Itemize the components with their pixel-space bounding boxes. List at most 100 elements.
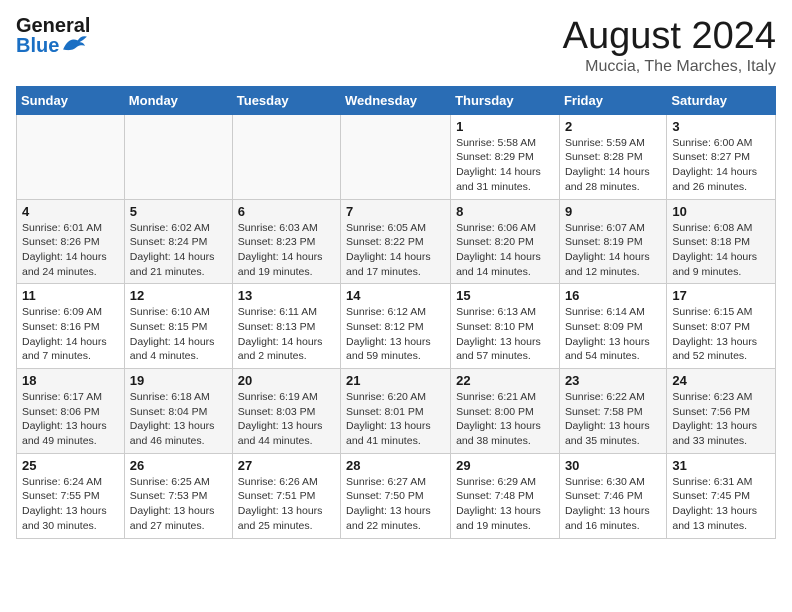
day-number: 24 xyxy=(672,373,770,388)
day-number: 31 xyxy=(672,458,770,473)
calendar-cell xyxy=(232,114,340,199)
col-header-saturday: Saturday xyxy=(667,86,776,114)
calendar-cell: 18 Sunrise: 6:17 AM Sunset: 8:06 PM Dayli… xyxy=(17,369,125,454)
calendar-cell: 26 Sunrise: 6:25 AM Sunset: 7:53 PM Dayli… xyxy=(124,453,232,538)
day-number: 13 xyxy=(238,288,335,303)
logo-blue: Blue xyxy=(16,36,59,56)
week-row-3: 18 Sunrise: 6:17 AM Sunset: 8:06 PM Dayli… xyxy=(17,369,776,454)
calendar-cell: 19Sunrise: 6:18 AM Sunset: 8:04 PM Dayli… xyxy=(124,369,232,454)
day-number: 4 xyxy=(22,204,119,219)
day-number: 22 xyxy=(456,373,554,388)
day-detail: Sunrise: 6:31 AM Sunset: 7:45 PM Dayligh… xyxy=(672,475,770,534)
calendar-cell: 14 Sunrise: 6:12 AM Sunset: 8:12 PM Dayli… xyxy=(341,284,451,369)
calendar-cell: 21 Sunrise: 6:20 AM Sunset: 8:01 PM Dayli… xyxy=(341,369,451,454)
day-number: 18 xyxy=(22,373,119,388)
day-detail: Sunrise: 6:22 AM Sunset: 7:58 PM Dayligh… xyxy=(565,390,661,449)
day-detail: Sunrise: 6:17 AM Sunset: 8:06 PM Dayligh… xyxy=(22,390,119,449)
logo: General Blue xyxy=(16,16,90,56)
day-number: 14 xyxy=(346,288,445,303)
day-number: 16 xyxy=(565,288,661,303)
day-number: 29 xyxy=(456,458,554,473)
calendar-cell: 2Sunrise: 5:59 AM Sunset: 8:28 PM Daylig… xyxy=(559,114,666,199)
day-number: 23 xyxy=(565,373,661,388)
calendar-cell xyxy=(17,114,125,199)
day-detail: Sunrise: 6:13 AM Sunset: 8:10 PM Dayligh… xyxy=(456,305,554,364)
day-number: 3 xyxy=(672,119,770,134)
week-row-0: 1 Sunrise: 5:58 AM Sunset: 8:29 PM Daylig… xyxy=(17,114,776,199)
day-number: 21 xyxy=(346,373,445,388)
calendar-cell: 1 Sunrise: 5:58 AM Sunset: 8:29 PM Daylig… xyxy=(451,114,560,199)
calendar-cell: 27 Sunrise: 6:26 AM Sunset: 7:51 PM Dayli… xyxy=(232,453,340,538)
day-detail: Sunrise: 6:12 AM Sunset: 8:12 PM Dayligh… xyxy=(346,305,445,364)
day-detail: Sunrise: 6:19 AM Sunset: 8:03 PM Dayligh… xyxy=(238,390,335,449)
day-number: 26 xyxy=(130,458,227,473)
day-detail: Sunrise: 6:05 AM Sunset: 8:22 PM Dayligh… xyxy=(346,221,445,280)
day-number: 6 xyxy=(238,204,335,219)
calendar-table: SundayMondayTuesdayWednesdayThursdayFrid… xyxy=(16,86,776,539)
day-detail: Sunrise: 6:03 AM Sunset: 8:23 PM Dayligh… xyxy=(238,221,335,280)
day-detail: Sunrise: 6:18 AM Sunset: 8:04 PM Dayligh… xyxy=(130,390,227,449)
calendar-cell: 8Sunrise: 6:06 AM Sunset: 8:20 PM Daylig… xyxy=(451,199,560,284)
day-detail: Sunrise: 6:20 AM Sunset: 8:01 PM Dayligh… xyxy=(346,390,445,449)
calendar-cell: 12 Sunrise: 6:10 AM Sunset: 8:15 PM Dayli… xyxy=(124,284,232,369)
day-detail: Sunrise: 6:14 AM Sunset: 8:09 PM Dayligh… xyxy=(565,305,661,364)
day-number: 10 xyxy=(672,204,770,219)
calendar-cell: 11Sunrise: 6:09 AM Sunset: 8:16 PM Dayli… xyxy=(17,284,125,369)
title-area: August 2024 Muccia, The Marches, Italy xyxy=(563,16,776,76)
day-number: 8 xyxy=(456,204,554,219)
col-header-tuesday: Tuesday xyxy=(232,86,340,114)
calendar-cell: 30Sunrise: 6:30 AM Sunset: 7:46 PM Dayli… xyxy=(559,453,666,538)
week-row-2: 11Sunrise: 6:09 AM Sunset: 8:16 PM Dayli… xyxy=(17,284,776,369)
day-number: 2 xyxy=(565,119,661,134)
col-header-wednesday: Wednesday xyxy=(341,86,451,114)
day-detail: Sunrise: 6:26 AM Sunset: 7:51 PM Dayligh… xyxy=(238,475,335,534)
day-number: 30 xyxy=(565,458,661,473)
col-header-thursday: Thursday xyxy=(451,86,560,114)
calendar-cell: 10 Sunrise: 6:08 AM Sunset: 8:18 PM Dayli… xyxy=(667,199,776,284)
calendar-cell: 13Sunrise: 6:11 AM Sunset: 8:13 PM Dayli… xyxy=(232,284,340,369)
day-number: 27 xyxy=(238,458,335,473)
day-number: 12 xyxy=(130,288,227,303)
day-detail: Sunrise: 6:10 AM Sunset: 8:15 PM Dayligh… xyxy=(130,305,227,364)
calendar-cell: 24Sunrise: 6:23 AM Sunset: 7:56 PM Dayli… xyxy=(667,369,776,454)
calendar-cell: 15 Sunrise: 6:13 AM Sunset: 8:10 PM Dayli… xyxy=(451,284,560,369)
day-detail: Sunrise: 6:00 AM Sunset: 8:27 PM Dayligh… xyxy=(672,136,770,195)
day-detail: Sunrise: 6:08 AM Sunset: 8:18 PM Dayligh… xyxy=(672,221,770,280)
day-number: 20 xyxy=(238,373,335,388)
day-detail: Sunrise: 6:25 AM Sunset: 7:53 PM Dayligh… xyxy=(130,475,227,534)
calendar-cell: 17 Sunrise: 6:15 AM Sunset: 8:07 PM Dayli… xyxy=(667,284,776,369)
calendar-cell xyxy=(124,114,232,199)
day-number: 7 xyxy=(346,204,445,219)
calendar-cell: 20 Sunrise: 6:19 AM Sunset: 8:03 PM Dayli… xyxy=(232,369,340,454)
calendar-cell: 4Sunrise: 6:01 AM Sunset: 8:26 PM Daylig… xyxy=(17,199,125,284)
day-detail: Sunrise: 6:09 AM Sunset: 8:16 PM Dayligh… xyxy=(22,305,119,364)
day-number: 9 xyxy=(565,204,661,219)
day-detail: Sunrise: 6:15 AM Sunset: 8:07 PM Dayligh… xyxy=(672,305,770,364)
day-detail: Sunrise: 5:58 AM Sunset: 8:29 PM Dayligh… xyxy=(456,136,554,195)
week-row-1: 4Sunrise: 6:01 AM Sunset: 8:26 PM Daylig… xyxy=(17,199,776,284)
calendar-cell: 3 Sunrise: 6:00 AM Sunset: 8:27 PM Daylig… xyxy=(667,114,776,199)
calendar-cell: 31 Sunrise: 6:31 AM Sunset: 7:45 PM Dayli… xyxy=(667,453,776,538)
day-detail: Sunrise: 6:29 AM Sunset: 7:48 PM Dayligh… xyxy=(456,475,554,534)
header: General Blue August 2024 Muccia, The Mar… xyxy=(16,16,776,76)
calendar-cell: 7 Sunrise: 6:05 AM Sunset: 8:22 PM Daylig… xyxy=(341,199,451,284)
col-header-sunday: Sunday xyxy=(17,86,125,114)
week-row-4: 25Sunrise: 6:24 AM Sunset: 7:55 PM Dayli… xyxy=(17,453,776,538)
location-title: Muccia, The Marches, Italy xyxy=(563,58,776,76)
day-number: 15 xyxy=(456,288,554,303)
day-detail: Sunrise: 6:07 AM Sunset: 8:19 PM Dayligh… xyxy=(565,221,661,280)
month-title: August 2024 xyxy=(563,16,776,58)
day-number: 25 xyxy=(22,458,119,473)
calendar-cell: 9 Sunrise: 6:07 AM Sunset: 8:19 PM Daylig… xyxy=(559,199,666,284)
col-header-monday: Monday xyxy=(124,86,232,114)
day-number: 5 xyxy=(130,204,227,219)
col-header-friday: Friday xyxy=(559,86,666,114)
logo-bird-icon xyxy=(61,33,89,55)
day-detail: Sunrise: 6:21 AM Sunset: 8:00 PM Dayligh… xyxy=(456,390,554,449)
day-detail: Sunrise: 6:27 AM Sunset: 7:50 PM Dayligh… xyxy=(346,475,445,534)
day-number: 17 xyxy=(672,288,770,303)
day-number: 1 xyxy=(456,119,554,134)
calendar-cell: 5Sunrise: 6:02 AM Sunset: 8:24 PM Daylig… xyxy=(124,199,232,284)
calendar-cell: 25Sunrise: 6:24 AM Sunset: 7:55 PM Dayli… xyxy=(17,453,125,538)
calendar-cell: 16 Sunrise: 6:14 AM Sunset: 8:09 PM Dayli… xyxy=(559,284,666,369)
